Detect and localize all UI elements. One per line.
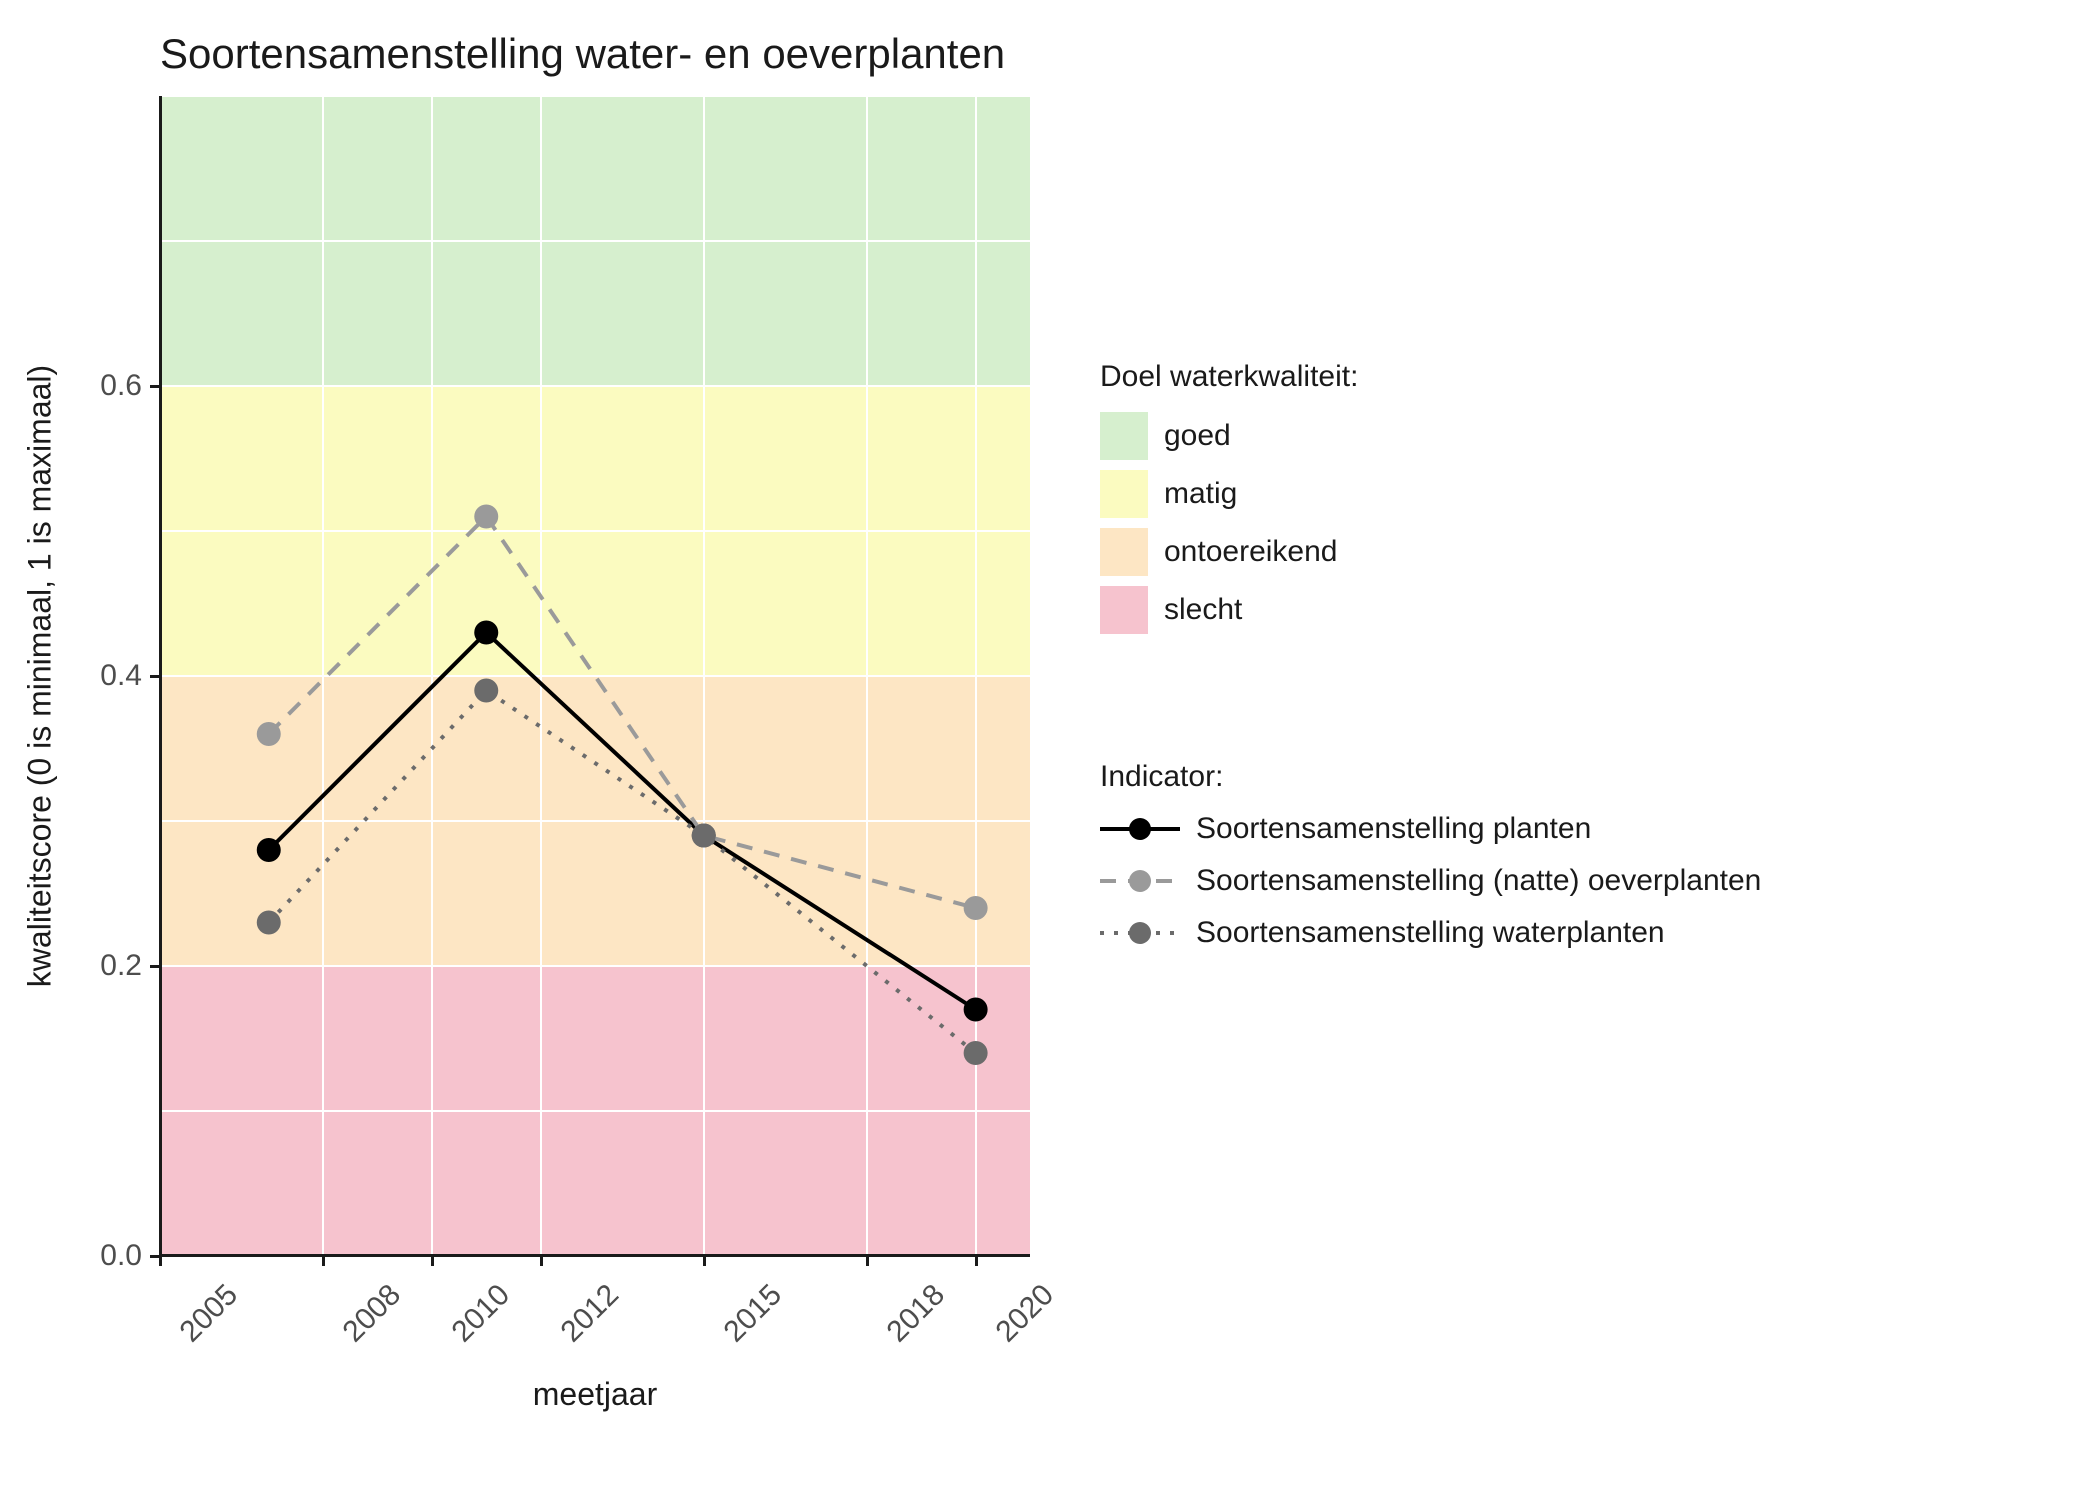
chart-title: Soortensamenstelling water- en oeverplan… [160, 30, 1005, 78]
x-tick-label: 2005 [174, 1278, 245, 1349]
band-swatch [1100, 412, 1148, 460]
y-tick-label: 0.4 [100, 659, 142, 693]
grid-h [160, 675, 1030, 677]
band-legend-label: ontoereikend [1164, 535, 1337, 569]
grid-v [540, 96, 542, 1256]
plot-area: kwaliteitscore (0 is minimaal, 1 is maxi… [160, 96, 1030, 1256]
grid-v [431, 96, 433, 1256]
x-tick-label: 2015 [717, 1278, 788, 1349]
x-tick [866, 1256, 869, 1266]
x-tick [322, 1256, 325, 1266]
indicator-legend-title: Indicator: [1100, 760, 1761, 794]
y-tick [150, 675, 160, 678]
x-tick [431, 1256, 434, 1266]
y-tick [150, 965, 160, 968]
band-legend-item: slecht [1100, 586, 1358, 634]
grid-h [160, 240, 1030, 242]
band-legend-item: matig [1100, 470, 1358, 518]
x-axis-line [159, 1254, 1030, 1257]
indicator-legend: Indicator: Soortensamenstelling planten S… [1100, 760, 1761, 968]
grid-v [866, 96, 868, 1256]
y-tick [150, 385, 160, 388]
band-legend-label: matig [1164, 477, 1237, 511]
band-legend-item: goed [1100, 412, 1358, 460]
x-tick-label: 2018 [880, 1278, 951, 1349]
x-tick-label: 2020 [989, 1278, 1060, 1349]
band-swatch [1100, 586, 1148, 634]
figure: Soortensamenstelling water- en oeverplan… [0, 0, 2100, 1500]
grid-h [160, 530, 1030, 532]
y-tick-label: 0.6 [100, 369, 142, 403]
x-tick [159, 1256, 162, 1266]
grid-h [160, 95, 1030, 97]
indicator-legend-item: Soortensamenstelling (natte) oeverplante… [1100, 864, 1761, 898]
y-tick-label: 0.0 [100, 1239, 142, 1273]
band-legend-item: ontoereikend [1100, 528, 1358, 576]
indicator-sample [1100, 817, 1180, 841]
band-swatch [1100, 528, 1148, 576]
band-legend: Doel waterkwaliteit: goed matig ontoereike… [1100, 360, 1358, 644]
band-swatch [1100, 470, 1148, 518]
band-legend-label: slecht [1164, 593, 1242, 627]
grid-h [160, 965, 1030, 967]
x-tick-label: 2008 [337, 1278, 408, 1349]
x-axis-label: meetjaar [533, 1376, 658, 1413]
x-tick [703, 1256, 706, 1266]
band-legend-title: Doel waterkwaliteit: [1100, 360, 1358, 394]
y-axis-label: kwaliteitscore (0 is minimaal, 1 is maxi… [22, 365, 59, 987]
grid-v [703, 96, 705, 1256]
grid-v [975, 96, 977, 1256]
indicator-sample [1100, 869, 1180, 893]
x-tick-label: 2012 [554, 1278, 625, 1349]
indicator-sample [1100, 921, 1180, 945]
grid-h [160, 1110, 1030, 1112]
grid-v [322, 96, 324, 1256]
x-tick [540, 1256, 543, 1266]
band-legend-label: goed [1164, 419, 1231, 453]
grid-h [160, 820, 1030, 822]
grid-h [160, 385, 1030, 387]
indicator-legend-item: Soortensamenstelling planten [1100, 812, 1761, 846]
y-tick-label: 0.2 [100, 949, 142, 983]
plot-panel [160, 96, 1030, 1256]
x-tick-label: 2010 [445, 1278, 516, 1349]
indicator-legend-item: Soortensamenstelling waterplanten [1100, 916, 1761, 950]
x-tick [975, 1256, 978, 1266]
